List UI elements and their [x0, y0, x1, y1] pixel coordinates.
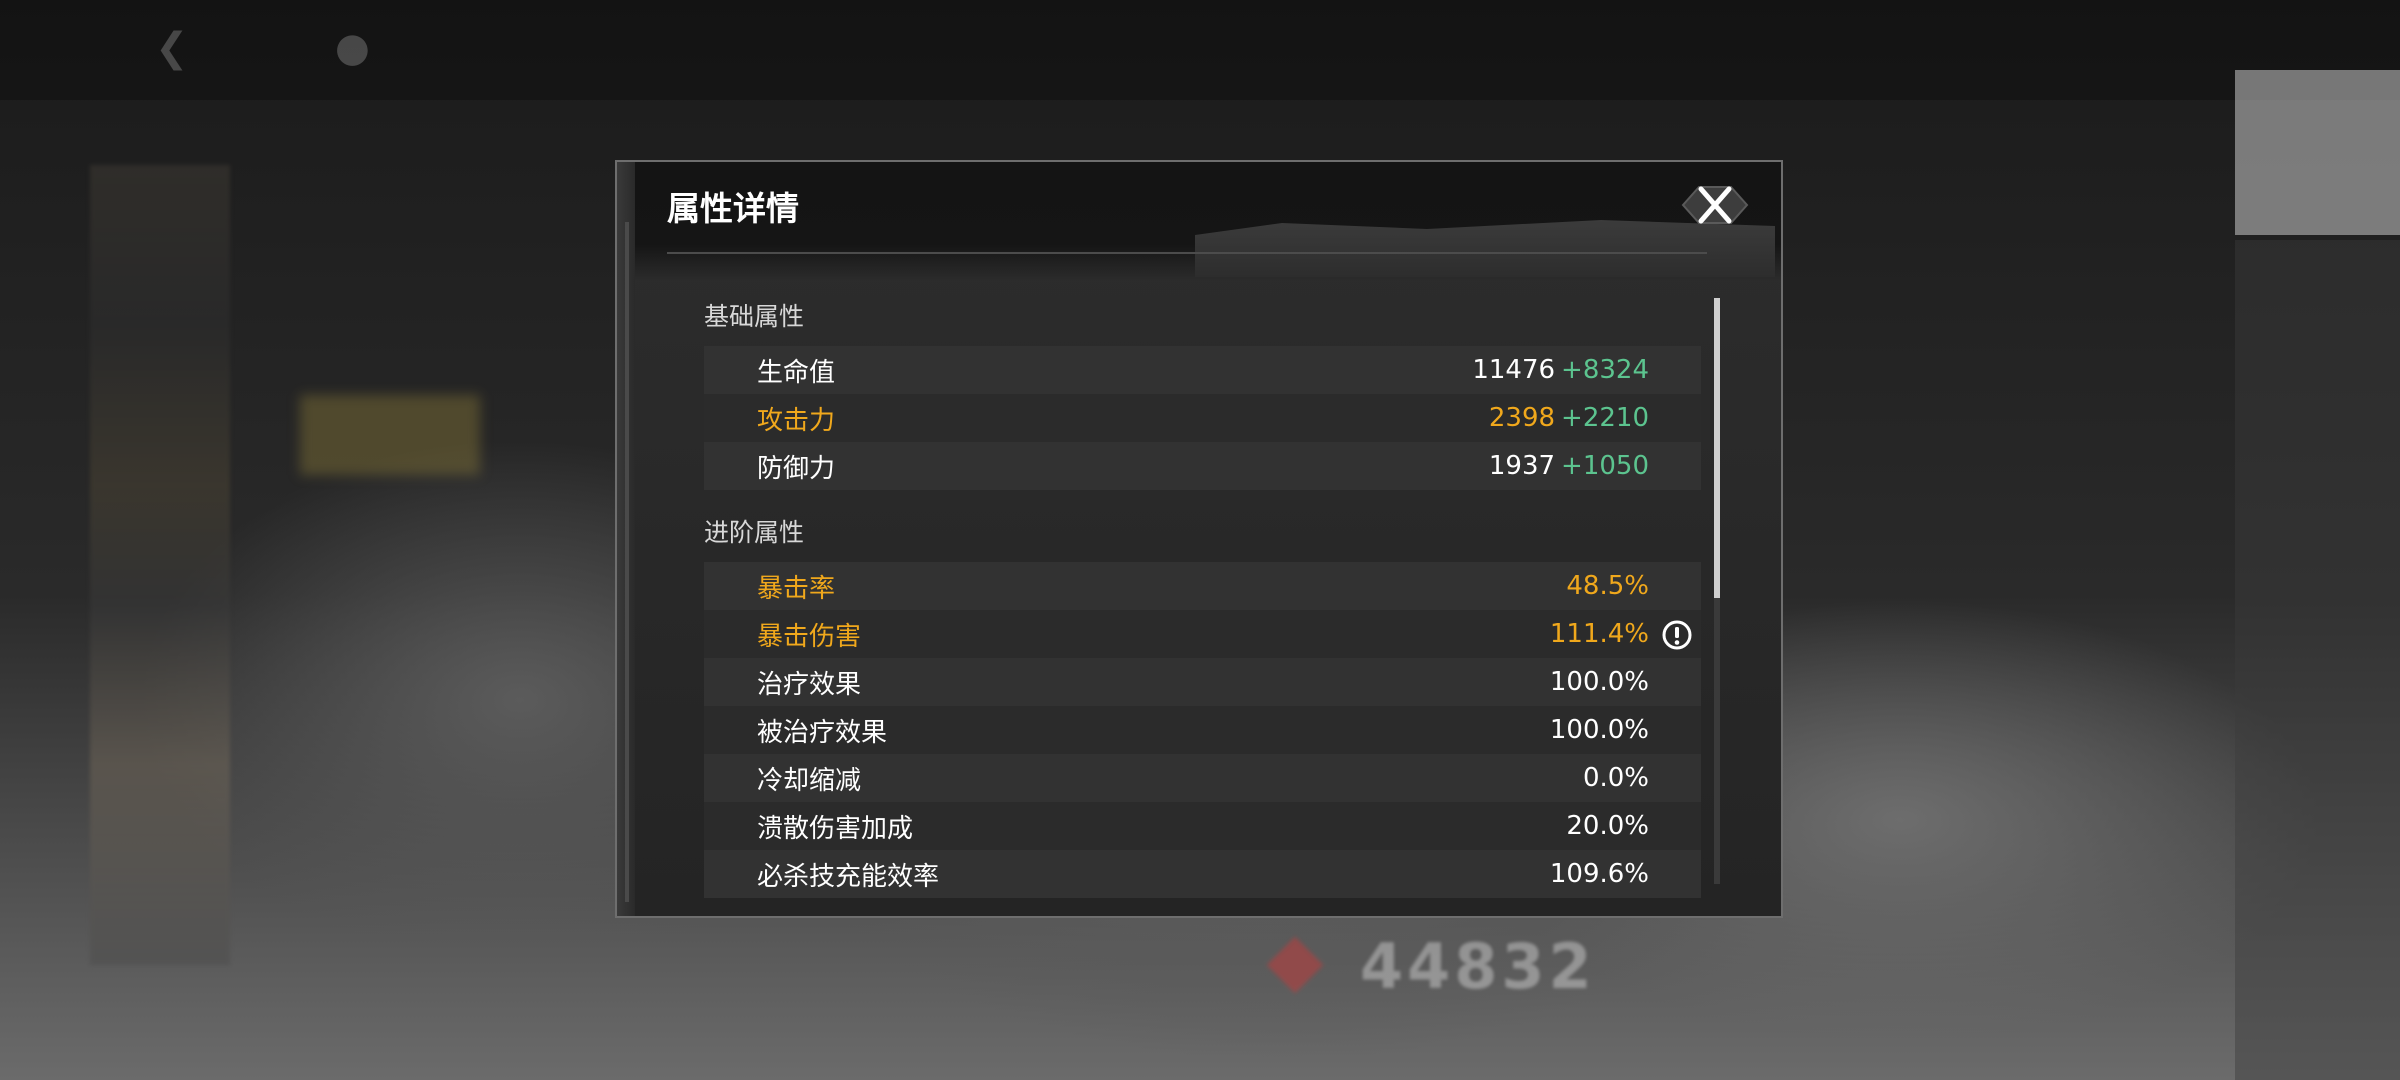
stat-base: 1937 [1488, 451, 1556, 481]
dialog-header [635, 162, 1781, 280]
stat-name: 治疗效果 [757, 669, 862, 700]
back-arrow-icon: ❮ [155, 25, 189, 71]
stat-name: 冷却缩减 [757, 765, 862, 796]
stat-value: 2398 +2210 [1489, 403, 1649, 433]
stat-row-ultimate-charge-efficiency: 必杀技充能效率 109.6% [704, 850, 1701, 898]
stat-row-crit-rate: 暴击率 48.5% [704, 562, 1701, 610]
stat-bonus: +1050 [1561, 451, 1649, 481]
stat-row-cooldown-reduction: 冷却缩减 0.0% [704, 754, 1701, 802]
stat-name: 必杀技充能效率 [757, 861, 940, 892]
background-side-menu [2235, 240, 2400, 1080]
exclamation-circle-icon[interactable] [1661, 619, 1693, 651]
stat-value: 1937 +1050 [1489, 451, 1649, 481]
stat-row-break-damage-bonus: 溃散伤害加成 20.0% [704, 802, 1701, 850]
stat-row-crit-damage: 暴击伤害 111.4% [704, 610, 1701, 658]
stat-row-healing-received: 被治疗效果 100.0% [704, 706, 1701, 754]
attribute-details-dialog: 属性详情 基础属性 生命值 11476 +8324 攻击力 2398 +2210 防… [615, 160, 1783, 918]
stat-value: 48.5% [1566, 571, 1649, 601]
stat-value: 111.4% [1550, 619, 1649, 649]
stat-base: 48.5% [1566, 571, 1649, 601]
stat-name: 防御力 [757, 453, 836, 484]
background-side-button [2235, 70, 2400, 235]
character-portrait-list [90, 165, 230, 965]
close-icon [1681, 186, 1749, 224]
stat-name: 攻击力 [757, 405, 836, 436]
stat-base: 100.0% [1549, 667, 1649, 697]
stat-row-healing-effect: 治疗效果 100.0% [704, 658, 1701, 706]
background-rank-badge [300, 395, 480, 475]
stat-value: 100.0% [1550, 715, 1649, 745]
stat-value: 109.6% [1550, 859, 1649, 889]
section-title-advanced: 进阶属性 [704, 518, 805, 547]
stat-value: 0.0% [1583, 763, 1649, 793]
stat-base: 109.6% [1549, 859, 1649, 889]
stat-name: 被治疗效果 [757, 717, 888, 748]
stat-bonus: +8324 [1561, 355, 1649, 385]
stat-value: 11476 +8324 [1472, 355, 1649, 385]
stat-bonus: +2210 [1561, 403, 1649, 433]
stat-name: 生命值 [757, 357, 836, 388]
stat-row-defense: 防御力 1937 +1050 [704, 442, 1701, 490]
stat-base: 0.0% [1582, 763, 1649, 793]
stat-base: 100.0% [1549, 715, 1649, 745]
dialog-left-edge [617, 162, 635, 916]
title-divider [667, 252, 1707, 254]
stat-value: 20.0% [1566, 811, 1649, 841]
stat-base: 111.4% [1549, 619, 1649, 649]
background-power-number: 44832 [1360, 930, 1596, 1003]
stat-base: 11476 [1472, 355, 1556, 385]
section-title-basic: 基础属性 [704, 302, 805, 331]
basic-attributes-table: 生命值 11476 +8324 攻击力 2398 +2210 防御力 1937 +10… [704, 346, 1701, 490]
stat-row-hp: 生命值 11476 +8324 [704, 346, 1701, 394]
stat-name: 溃散伤害加成 [757, 813, 914, 844]
stat-base: 2398 [1488, 403, 1556, 433]
scrollbar-thumb[interactable] [1714, 298, 1720, 598]
dialog-title: 属性详情 [667, 189, 799, 228]
stat-name: 暴击率 [757, 573, 836, 604]
home-icon: ● [335, 25, 370, 71]
stat-name: 暴击伤害 [757, 621, 862, 652]
close-button[interactable] [1677, 177, 1753, 233]
advanced-attributes-table: 暴击率 48.5% 暴击伤害 111.4% 治疗效果 100.0% 被治疗效果 … [704, 562, 1701, 898]
stat-value: 100.0% [1550, 667, 1649, 697]
stat-base: 20.0% [1566, 811, 1649, 841]
stat-row-attack: 攻击力 2398 +2210 [704, 394, 1701, 442]
